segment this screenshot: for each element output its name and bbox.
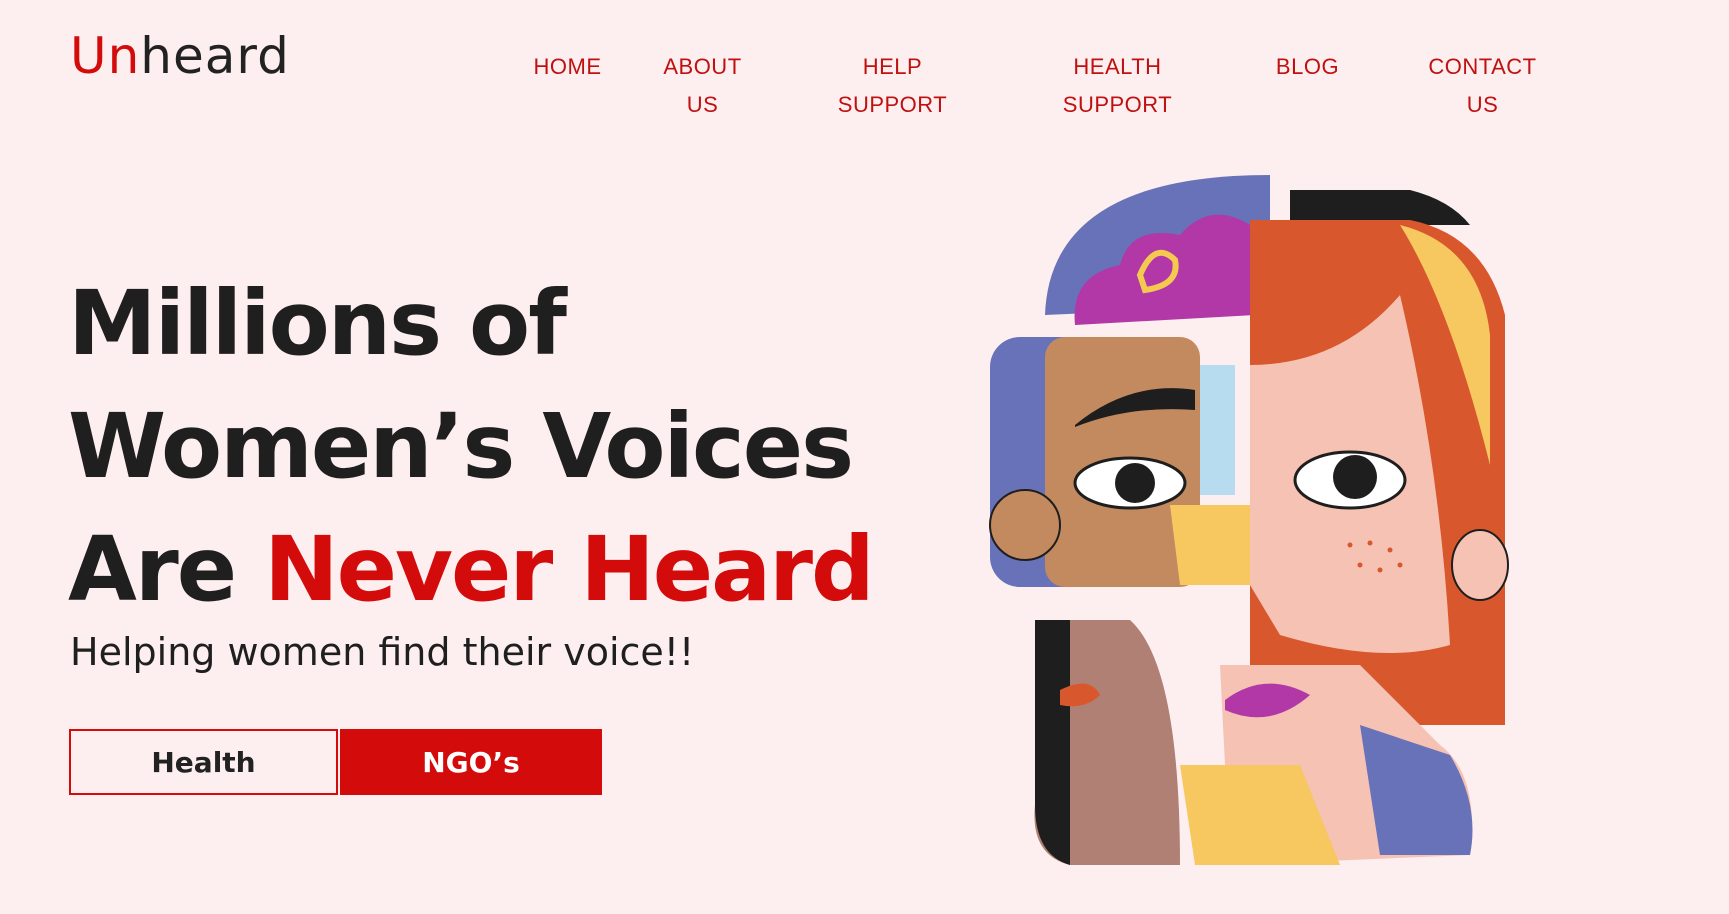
black-top-shape <box>1290 190 1470 225</box>
hero-subtitle: Helping women find their voice!! <box>70 630 695 674</box>
nav-about-us[interactable]: ABOUT US <box>650 48 755 124</box>
left-eye-pupil <box>1115 463 1155 503</box>
nav-contact-us-label-2: US <box>1466 92 1499 117</box>
nav-health-support-label-2: SUPPORT <box>1062 92 1173 117</box>
hero-line-3-highlight: Never Heard <box>264 517 875 621</box>
nav-home[interactable]: HOME <box>520 48 615 86</box>
health-button[interactable]: Health <box>69 729 338 795</box>
nav-blog-label: BLOG <box>1275 54 1340 79</box>
nav-blog[interactable]: BLOG <box>1260 48 1355 86</box>
yellow-mid-shape <box>1170 505 1250 585</box>
nav-health-support-label-1: HEALTH <box>1073 54 1162 79</box>
nav-about-us-label-2: US <box>686 92 719 117</box>
nav-help-support[interactable]: HELP SUPPORT <box>820 48 965 124</box>
main-nav: HOME ABOUT US HELP SUPPORT HEALTH SUPPOR… <box>0 48 1729 128</box>
blue-strip-shape <box>1200 365 1235 495</box>
hero-title: Millions of Women’s Voices Are Never Hea… <box>68 262 875 631</box>
women-faces-collage-icon <box>989 175 1509 865</box>
hero-line-3: Are Never Heard <box>68 508 875 631</box>
ngo-button[interactable]: NGO’s <box>340 729 602 795</box>
nav-about-us-label-1: ABOUT <box>663 54 742 79</box>
nav-contact-us-label-1: CONTACT <box>1428 54 1537 79</box>
right-ear-shape <box>1451 529 1509 601</box>
hero-line-1: Millions of <box>68 271 567 375</box>
ear-shape <box>989 489 1061 561</box>
nav-home-label: HOME <box>533 54 602 79</box>
hero-line-3-dark: Are <box>68 517 265 621</box>
nav-help-support-label-2: SUPPORT <box>837 92 948 117</box>
hero-line-2: Women’s Voices <box>68 394 854 498</box>
nav-health-support[interactable]: HEALTH SUPPORT <box>1045 48 1190 124</box>
nav-help-support-label-1: HELP <box>862 54 923 79</box>
right-eye-pupil <box>1333 455 1377 499</box>
lower-left-hair-shape <box>1035 620 1070 865</box>
nav-contact-us[interactable]: CONTACT US <box>1420 48 1545 124</box>
